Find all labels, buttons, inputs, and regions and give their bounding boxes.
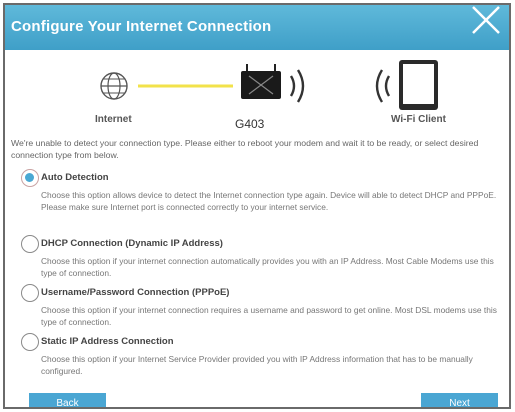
diagram-graphics xyxy=(100,60,438,110)
option-description: Choose this option allows device to dete… xyxy=(41,190,497,212)
title-bar: Configure Your Internet Connection xyxy=(5,5,509,50)
option-description: Choose this option if your internet conn… xyxy=(41,256,494,278)
option-description: Choose this option if your internet conn… xyxy=(41,305,497,327)
radio-pppoe[interactable] xyxy=(21,284,39,302)
option-label[interactable]: Username/Password Connection (PPPoE) xyxy=(41,287,229,298)
radio-dhcp[interactable] xyxy=(21,235,39,253)
option-label[interactable]: Auto Detection xyxy=(41,172,109,183)
close-icon[interactable] xyxy=(465,3,505,41)
setup-wizard-dialog: Configure Your Internet Connection Inter… xyxy=(3,3,511,409)
router-icon xyxy=(241,64,281,99)
intro-text: We're unable to detect your connection t… xyxy=(11,138,479,160)
radio-static-ip[interactable] xyxy=(21,333,39,351)
option-label[interactable]: DHCP Connection (Dynamic IP Address) xyxy=(41,238,223,249)
option-description: Choose this option if your Internet Serv… xyxy=(41,354,473,376)
globe-icon xyxy=(100,72,128,100)
next-button[interactable]: Next xyxy=(421,393,498,407)
wifi-signal-icon-client xyxy=(375,69,391,103)
connection-diagram: Internet G403 Wi-Fi Client xyxy=(5,52,509,131)
back-button[interactable]: Back xyxy=(29,393,106,407)
radio-auto-detection[interactable] xyxy=(21,169,39,187)
wifi-client-label: Wi-Fi Client xyxy=(391,114,446,125)
option-label[interactable]: Static IP Address Connection xyxy=(41,336,174,347)
internet-label: Internet xyxy=(95,114,132,125)
wifi-signal-icon xyxy=(289,69,305,103)
dialog-title: Configure Your Internet Connection xyxy=(11,18,272,35)
router-model-label: G403 xyxy=(235,117,265,131)
tablet-icon xyxy=(399,60,438,110)
